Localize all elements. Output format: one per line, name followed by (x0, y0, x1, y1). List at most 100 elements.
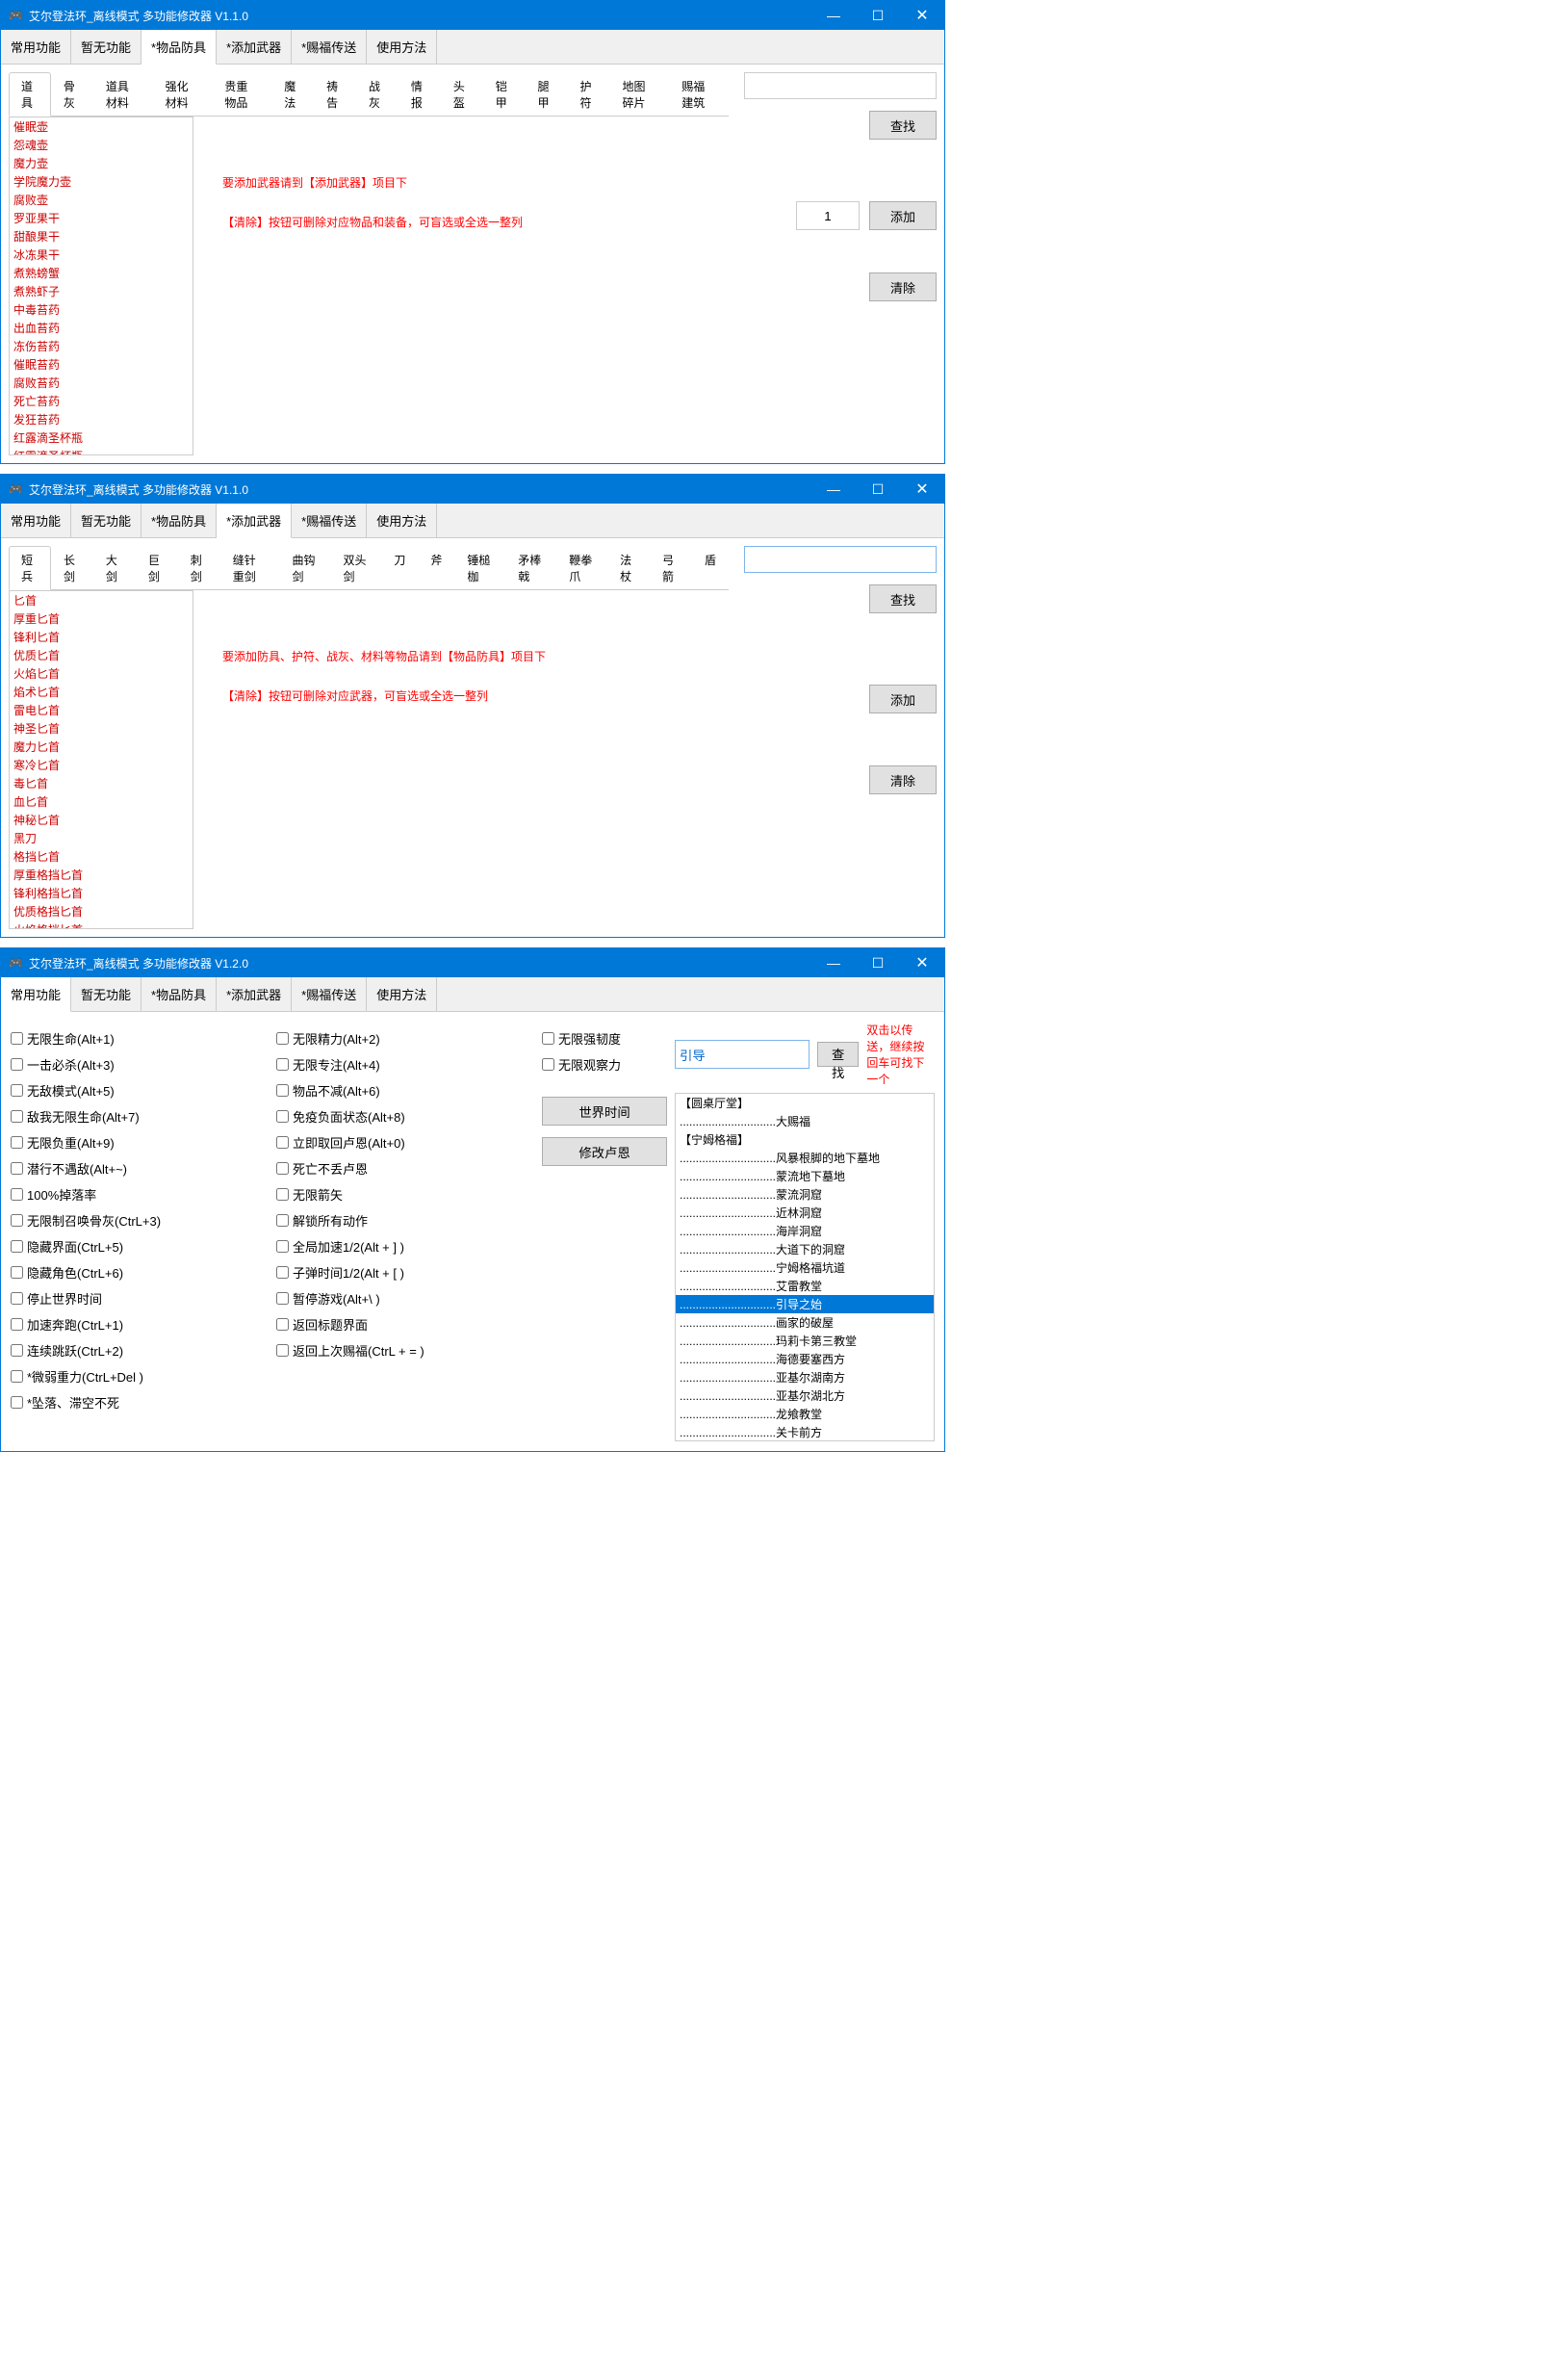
subtab-14[interactable]: 赐福建筑 (669, 72, 729, 116)
checkbox-input[interactable] (276, 1032, 289, 1045)
location-item[interactable]: ..............................大道下的洞窟 (676, 1240, 934, 1258)
location-item[interactable]: ..............................风暴根脚的地下墓地 (676, 1149, 934, 1167)
list-item[interactable]: 雷电匕首 (10, 701, 193, 719)
list-item[interactable]: 神秘匕首 (10, 811, 193, 829)
checkbox-input[interactable] (276, 1214, 289, 1227)
subtab-3[interactable]: 巨剑 (136, 546, 178, 589)
close-button[interactable]: ✕ (900, 475, 944, 504)
tab-1[interactable]: 暂无功能 (71, 504, 141, 537)
list-item[interactable]: 焰术匕首 (10, 683, 193, 701)
list-item[interactable]: 神圣匕首 (10, 719, 193, 738)
cheat-checkbox[interactable]: 物品不减(Alt+6) (276, 1081, 534, 1100)
cheat-checkbox[interactable]: 立即取回卢恩(Alt+0) (276, 1133, 534, 1152)
tab-3[interactable]: *添加武器 (217, 504, 292, 538)
cheat-checkbox[interactable]: 无限专注(Alt+4) (276, 1055, 534, 1074)
list-item[interactable]: 格挡匕首 (10, 847, 193, 866)
location-item[interactable]: ..............................蒙流地下墓地 (676, 1167, 934, 1185)
tab-5[interactable]: 使用方法 (367, 504, 437, 537)
find-button[interactable]: 查找 (869, 584, 937, 613)
location-item[interactable]: ..............................引导之始 (676, 1295, 934, 1313)
list-item[interactable]: 怨魂壶 (10, 136, 193, 154)
list-item[interactable]: 火焰格挡匕首 (10, 920, 193, 929)
checkbox-input[interactable] (11, 1058, 23, 1071)
cheat-checkbox[interactable]: 停止世界时间 (11, 1289, 269, 1308)
list-item[interactable]: 毒匕首 (10, 774, 193, 792)
cheat-checkbox[interactable]: 无限强韧度 (542, 1029, 667, 1048)
list-item[interactable]: 黑刀 (10, 829, 193, 847)
location-item[interactable]: ..............................龙飨教堂 (676, 1405, 934, 1423)
location-item[interactable]: ..............................蒙流洞窟 (676, 1185, 934, 1204)
subtab-0[interactable]: 短兵 (9, 546, 51, 590)
subtab-12[interactable]: 护符 (568, 72, 610, 116)
subtab-7[interactable]: 双头剑 (330, 546, 381, 589)
search-input[interactable] (744, 546, 937, 573)
tab-5[interactable]: 使用方法 (367, 977, 437, 1011)
checkbox-input[interactable] (11, 1344, 23, 1357)
checkbox-input[interactable] (276, 1136, 289, 1149)
modify-runes-button[interactable]: 修改卢恩 (542, 1137, 667, 1166)
subtab-2[interactable]: 大剑 (93, 546, 136, 589)
location-item[interactable]: 【宁姆格福】 (676, 1130, 934, 1149)
tab-0[interactable]: 常用功能 (1, 504, 71, 537)
list-item[interactable]: 魔力匕首 (10, 738, 193, 756)
subtab-10[interactable]: 铠甲 (483, 72, 526, 116)
minimize-button[interactable]: — (811, 948, 856, 977)
checkbox-input[interactable] (276, 1188, 289, 1201)
weapon-listbox[interactable]: 匕首厚重匕首锋利匕首优质匕首火焰匕首焰术匕首雷电匕首神圣匕首魔力匕首寒冷匕首毒匕… (9, 590, 193, 929)
list-item[interactable]: 匕首 (10, 591, 193, 609)
cheat-checkbox[interactable]: 100%掉落率 (11, 1185, 269, 1204)
location-item[interactable]: ..............................宁姆格福坑道 (676, 1258, 934, 1277)
list-item[interactable]: 出血苔药 (10, 319, 193, 337)
find-button[interactable]: 查找 (817, 1042, 859, 1067)
location-item[interactable]: ..............................大赐福 (676, 1112, 934, 1130)
item-listbox[interactable]: 催眠壶怨魂壶魔力壶学院魔力壶腐败壶罗亚果干甜酿果干冰冻果干煮熟螃蟹煮熟虾子中毒苔… (9, 117, 193, 455)
cheat-checkbox[interactable]: *微弱重力(CtrL+Del ) (11, 1367, 269, 1386)
subtab-9[interactable]: 斧 (418, 546, 454, 589)
cheat-checkbox[interactable]: 连续跳跃(CtrL+2) (11, 1341, 269, 1360)
list-item[interactable]: 罗亚果干 (10, 209, 193, 227)
list-item[interactable]: 煮熟虾子 (10, 282, 193, 300)
checkbox-input[interactable] (542, 1058, 554, 1071)
list-item[interactable]: 冰冻果干 (10, 246, 193, 264)
checkbox-input[interactable] (276, 1084, 289, 1097)
cheat-checkbox[interactable]: 暂停游戏(Alt+\ ) (276, 1289, 534, 1308)
checkbox-input[interactable] (11, 1214, 23, 1227)
subtab-6[interactable]: 祷告 (314, 72, 356, 116)
subtab-4[interactable]: 贵重物品 (212, 72, 271, 116)
subtab-12[interactable]: 鞭拳爪 (556, 546, 607, 589)
cheat-checkbox[interactable]: 返回上次赐福(CtrL + = ) (276, 1341, 534, 1360)
list-item[interactable]: 催眠苔药 (10, 355, 193, 374)
cheat-checkbox[interactable]: 潜行不遇敌(Alt+~) (11, 1159, 269, 1178)
subtab-7[interactable]: 战灰 (356, 72, 398, 116)
location-item[interactable]: 【圆桌厅堂】 (676, 1094, 934, 1112)
checkbox-input[interactable] (276, 1344, 289, 1357)
cheat-checkbox[interactable]: 无限制召唤骨灰(CtrL+3) (11, 1211, 269, 1230)
cheat-checkbox[interactable]: 返回标题界面 (276, 1315, 534, 1334)
cheat-checkbox[interactable]: 免疫负面状态(Alt+8) (276, 1107, 534, 1126)
tab-2[interactable]: *物品防具 (141, 977, 217, 1011)
checkbox-input[interactable] (11, 1136, 23, 1149)
list-item[interactable]: 优质匕首 (10, 646, 193, 664)
list-item[interactable]: 死亡苔药 (10, 392, 193, 410)
cheat-checkbox[interactable]: 隐藏角色(CtrL+6) (11, 1263, 269, 1282)
cheat-checkbox[interactable]: 无限精力(Alt+2) (276, 1029, 534, 1048)
tab-1[interactable]: 暂无功能 (71, 30, 141, 64)
subtab-10[interactable]: 锤槌枷 (454, 546, 505, 589)
checkbox-input[interactable] (11, 1162, 23, 1175)
tab-0[interactable]: 常用功能 (1, 30, 71, 64)
tab-4[interactable]: *赐福传送 (292, 977, 367, 1011)
tab-2[interactable]: *物品防具 (141, 30, 217, 65)
location-item[interactable]: ..............................关卡前方 (676, 1423, 934, 1441)
search-input[interactable] (744, 72, 937, 99)
subtab-13[interactable]: 法杖 (607, 546, 650, 589)
subtab-14[interactable]: 弓箭 (650, 546, 692, 589)
subtab-5[interactable]: 魔法 (271, 72, 314, 116)
list-item[interactable]: 甜酿果干 (10, 227, 193, 246)
cheat-checkbox[interactable]: 无限观察力 (542, 1055, 667, 1074)
cheat-checkbox[interactable]: 敌我无限生命(Alt+7) (11, 1107, 269, 1126)
find-button[interactable]: 查找 (869, 111, 937, 140)
subtab-1[interactable]: 长剑 (51, 546, 93, 589)
cheat-checkbox[interactable]: *坠落、滞空不死 (11, 1393, 269, 1412)
subtab-11[interactable]: 腿甲 (526, 72, 568, 116)
subtab-6[interactable]: 曲钩剑 (280, 546, 331, 589)
